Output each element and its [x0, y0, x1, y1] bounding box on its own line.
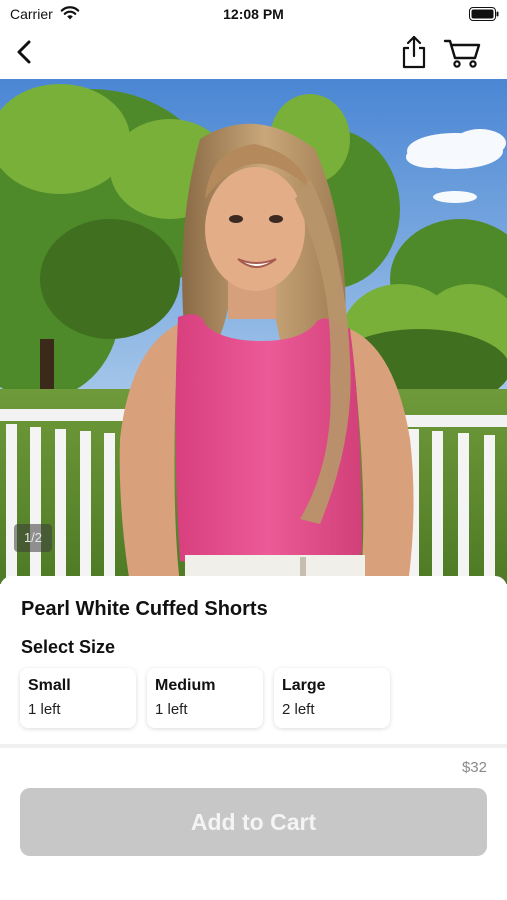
- divider: [0, 744, 507, 748]
- size-stock: 1 left: [155, 701, 188, 718]
- cart-icon[interactable]: [442, 34, 482, 70]
- gallery-page-indicator: 1/2: [14, 524, 52, 552]
- product-title: Pearl White Cuffed Shorts: [21, 598, 268, 620]
- size-name: Small: [28, 677, 71, 694]
- price-label: $32: [461, 759, 487, 776]
- battery-icon: [469, 7, 499, 21]
- add-to-cart-button[interactable]: Add to Cart: [20, 788, 487, 856]
- select-size-heading: Select Size: [21, 637, 116, 657]
- size-option-large[interactable]: Large 2 left: [274, 668, 390, 728]
- status-bar: Carrier 12:08 PM: [0, 0, 507, 28]
- product-photo[interactable]: [0, 79, 507, 584]
- share-icon[interactable]: [398, 34, 430, 70]
- status-time: 12:08 PM: [223, 6, 284, 22]
- product-detail-sheet: Pearl White Cuffed Shorts Select Size Sm…: [0, 576, 507, 900]
- chevron-left-icon[interactable]: [10, 36, 40, 68]
- product-photo-image: [0, 79, 507, 584]
- size-option-medium[interactable]: Medium 1 left: [147, 668, 263, 728]
- size-stock: 2 left: [282, 701, 315, 718]
- size-name: Large: [282, 677, 326, 694]
- size-stock: 1 left: [28, 701, 61, 718]
- size-option-small[interactable]: Small 1 left: [20, 668, 136, 728]
- navigation-bar: [0, 28, 507, 78]
- size-name: Medium: [155, 677, 216, 694]
